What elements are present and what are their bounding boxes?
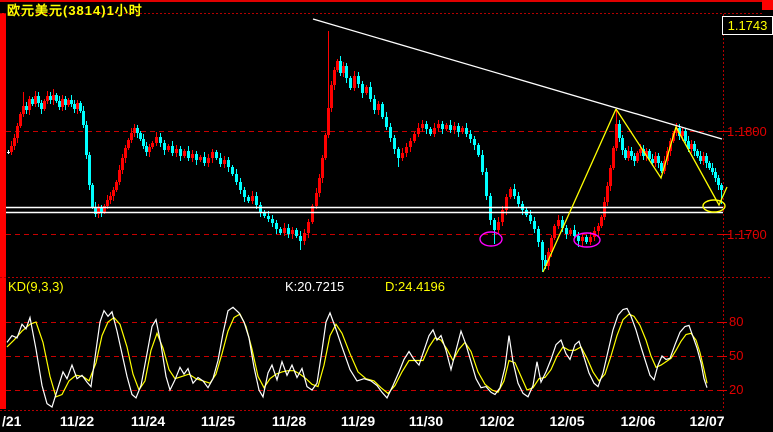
y-axis-label-11700: 1.1700 <box>727 227 767 242</box>
last-price-badge: 1.1743 <box>722 16 773 35</box>
x-axis-date-label: 12/02 <box>479 413 515 429</box>
kd-d-value: D:24.4196 <box>385 279 445 294</box>
x-axis-date-label: /21 <box>2 413 22 429</box>
window-corner-block[interactable] <box>762 0 773 10</box>
x-axis-date-label: 12/05 <box>549 413 585 429</box>
chart-window: 欧元美元(3814)1小时 1.1743 1.1800 1.1700 KD(9,… <box>0 0 773 432</box>
kd-axis-label-20: 20 <box>729 382 744 397</box>
main-chart-canvas[interactable] <box>0 0 773 432</box>
x-axis-date-label: 11/24 <box>130 413 166 429</box>
x-axis-date-label: 11/22 <box>59 413 95 429</box>
kd-axis-label-80: 80 <box>729 314 744 329</box>
kd-axis-label-50: 50 <box>729 348 744 363</box>
y-axis-label-11800: 1.1800 <box>727 124 767 139</box>
kd-k-value: K:20.7215 <box>285 279 345 294</box>
x-axis-date-label: 11/25 <box>200 413 236 429</box>
kd-indicator-label: KD(9,3,3) <box>8 279 64 294</box>
x-axis-date-label: 11/30 <box>408 413 444 429</box>
x-axis-date-label: 12/07 <box>689 413 725 429</box>
x-axis-date-label: 12/06 <box>620 413 656 429</box>
x-axis-date-label: 11/28 <box>271 413 307 429</box>
chart-title: 欧元美元(3814)1小时 <box>7 3 143 18</box>
x-axis-date-label: 11/29 <box>340 413 376 429</box>
